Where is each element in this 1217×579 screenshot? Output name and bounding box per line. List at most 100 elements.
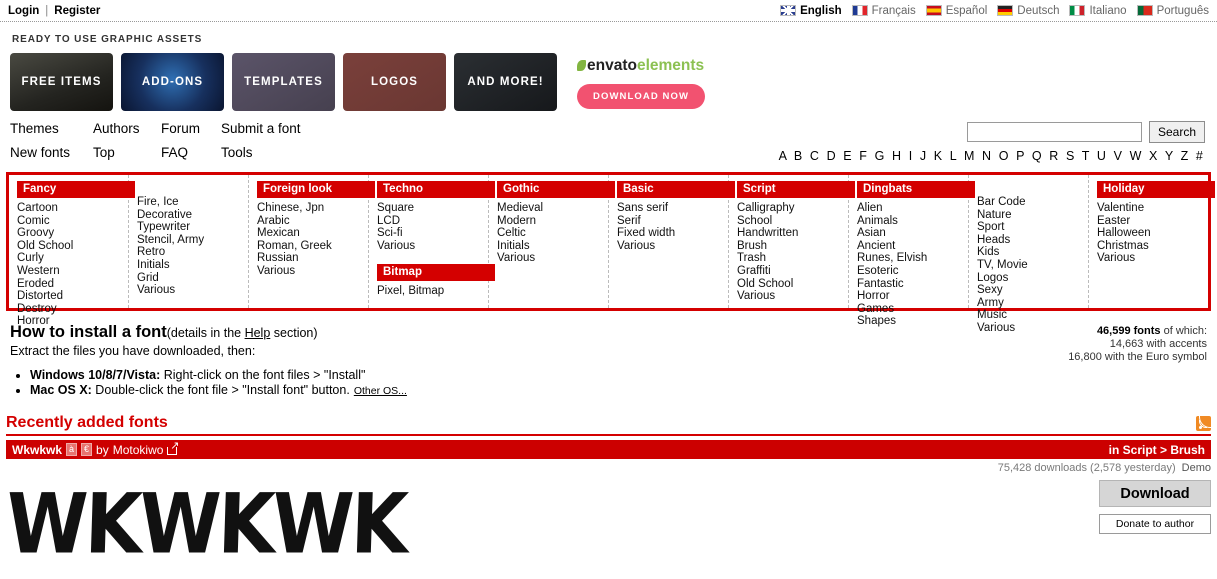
category-link[interactable]: Cartoon	[17, 202, 122, 215]
category-link[interactable]: Nature	[977, 209, 1082, 222]
category-link[interactable]: Various	[137, 284, 242, 297]
category-link[interactable]: School	[737, 215, 842, 228]
category-link[interactable]: Various	[617, 240, 722, 253]
category-heading-holiday[interactable]: Holiday	[1097, 181, 1215, 198]
language-option-italiano[interactable]: Italiano	[1069, 5, 1127, 17]
language-option-francais[interactable]: Français	[851, 5, 916, 17]
font-author-link[interactable]: Motokiwo	[113, 443, 164, 457]
category-link[interactable]: Heads	[977, 234, 1082, 247]
font-category-path[interactable]: in Script > Brush	[1109, 443, 1205, 457]
category-link[interactable]: Shapes	[857, 315, 962, 328]
category-link[interactable]: Stencil, Army	[137, 234, 242, 247]
category-link[interactable]: Medieval	[497, 202, 602, 215]
category-link[interactable]: Western	[17, 265, 122, 278]
ad-card-add-ons[interactable]: ADD-ONS	[121, 53, 224, 111]
category-link[interactable]: Old School	[737, 278, 842, 291]
category-link[interactable]: Horror	[857, 290, 962, 303]
category-link[interactable]: Square	[377, 202, 482, 215]
category-link[interactable]: Animals	[857, 215, 962, 228]
language-option-english[interactable]: English	[780, 5, 842, 17]
category-link[interactable]: Army	[977, 297, 1082, 310]
category-link[interactable]: Logos	[977, 272, 1082, 285]
category-link[interactable]: Easter	[1097, 215, 1202, 228]
other-os-link[interactable]: Other OS...	[354, 385, 407, 397]
category-link[interactable]: Sci-fi	[377, 227, 482, 240]
category-heading-gothic[interactable]: Gothic	[497, 181, 615, 198]
category-link[interactable]: Asian	[857, 227, 962, 240]
category-link[interactable]: Sport	[977, 221, 1082, 234]
download-now-button[interactable]: DOWNLOAD NOW	[577, 84, 706, 109]
category-heading-foreign-look[interactable]: Foreign look	[257, 181, 375, 198]
nav-item-new-fonts[interactable]: New fonts	[10, 145, 93, 163]
rss-icon[interactable]	[1196, 416, 1211, 431]
category-link[interactable]: Curly	[17, 252, 122, 265]
category-link[interactable]: Modern	[497, 215, 602, 228]
category-link[interactable]: Mexican	[257, 227, 362, 240]
category-heading-basic[interactable]: Basic	[617, 181, 735, 198]
category-link[interactable]: Alien	[857, 202, 962, 215]
category-link[interactable]: Comic	[17, 215, 122, 228]
search-button[interactable]: Search	[1148, 121, 1205, 143]
category-link[interactable]: Eroded	[17, 278, 122, 291]
ad-card-templates[interactable]: TEMPLATES	[232, 53, 335, 111]
category-heading-bitmap[interactable]: Bitmap	[377, 264, 495, 282]
category-link[interactable]: Games	[857, 303, 962, 316]
category-link[interactable]: Various	[497, 252, 602, 265]
category-link[interactable]: Various	[377, 240, 482, 253]
nav-item-top[interactable]: Top	[93, 145, 161, 163]
language-option-espanol[interactable]: Español	[925, 5, 987, 17]
category-link[interactable]: Various	[257, 265, 362, 278]
category-link[interactable]: Celtic	[497, 227, 602, 240]
category-link[interactable]: Arabic	[257, 215, 362, 228]
ad-card-and-more[interactable]: AND MORE!	[454, 53, 557, 111]
demo-link[interactable]: Demo	[1182, 462, 1211, 474]
category-link[interactable]: Esoteric	[857, 265, 962, 278]
category-link[interactable]: Various	[737, 290, 842, 303]
category-link[interactable]: Various	[1097, 252, 1202, 265]
category-heading-fancy[interactable]: Fancy	[17, 181, 135, 198]
category-link[interactable]: Typewriter	[137, 221, 242, 234]
category-link[interactable]: Russian	[257, 252, 362, 265]
category-heading-dingbats[interactable]: Dingbats	[857, 181, 975, 198]
category-link[interactable]: Bar Code	[977, 196, 1082, 209]
category-link[interactable]: Serif	[617, 215, 722, 228]
category-link[interactable]: Fire, Ice	[137, 196, 242, 209]
nav-item-themes[interactable]: Themes	[10, 121, 93, 139]
category-link[interactable]: Calligraphy	[737, 202, 842, 215]
category-link[interactable]: Retro	[137, 246, 242, 259]
font-name-link[interactable]: Wkwkwk	[12, 443, 62, 457]
ad-card-free-items[interactable]: FREE ITEMS	[10, 53, 113, 111]
nav-item-faq[interactable]: FAQ	[161, 145, 221, 163]
category-link[interactable]: Handwritten	[737, 227, 842, 240]
category-link[interactable]: Fantastic	[857, 278, 962, 291]
alphabet-index[interactable]: A B C D E F G H I J K L M N O P Q R S T …	[779, 149, 1205, 163]
category-link[interactable]: Old School	[17, 240, 122, 253]
download-button[interactable]: Download	[1099, 480, 1211, 507]
register-link[interactable]: Register	[54, 5, 100, 17]
nav-item-authors[interactable]: Authors	[93, 121, 161, 139]
category-link[interactable]: Distorted	[17, 290, 122, 303]
login-link[interactable]: Login	[8, 5, 39, 17]
category-link[interactable]: Groovy	[17, 227, 122, 240]
category-link[interactable]: Pixel, Bitmap	[377, 285, 482, 298]
nav-item-submit-a-font[interactable]: Submit a font	[221, 121, 301, 139]
category-link[interactable]: Grid	[137, 272, 242, 285]
category-link[interactable]: Sexy	[977, 284, 1082, 297]
category-link[interactable]: Brush	[737, 240, 842, 253]
category-link[interactable]: Fixed width	[617, 227, 722, 240]
nav-item-forum[interactable]: Forum	[161, 121, 221, 139]
language-option-deutsch[interactable]: Deutsch	[997, 5, 1059, 17]
donate-to-author-button[interactable]: Donate to author	[1099, 514, 1211, 534]
category-link[interactable]: Destroy	[17, 303, 122, 316]
category-heading-techno[interactable]: Techno	[377, 181, 495, 198]
category-link[interactable]: Initials	[137, 259, 242, 272]
help-link[interactable]: Help	[245, 326, 271, 340]
language-option-portugues[interactable]: Português	[1136, 5, 1209, 17]
ad-card-logos[interactable]: LOGOS	[343, 53, 446, 111]
nav-item-tools[interactable]: Tools	[221, 145, 301, 163]
category-link[interactable]: Graffiti	[737, 265, 842, 278]
category-link[interactable]: Halloween	[1097, 227, 1202, 240]
category-link[interactable]: LCD	[377, 215, 482, 228]
category-link[interactable]: Kids	[977, 246, 1082, 259]
external-link-icon[interactable]	[167, 441, 179, 455]
